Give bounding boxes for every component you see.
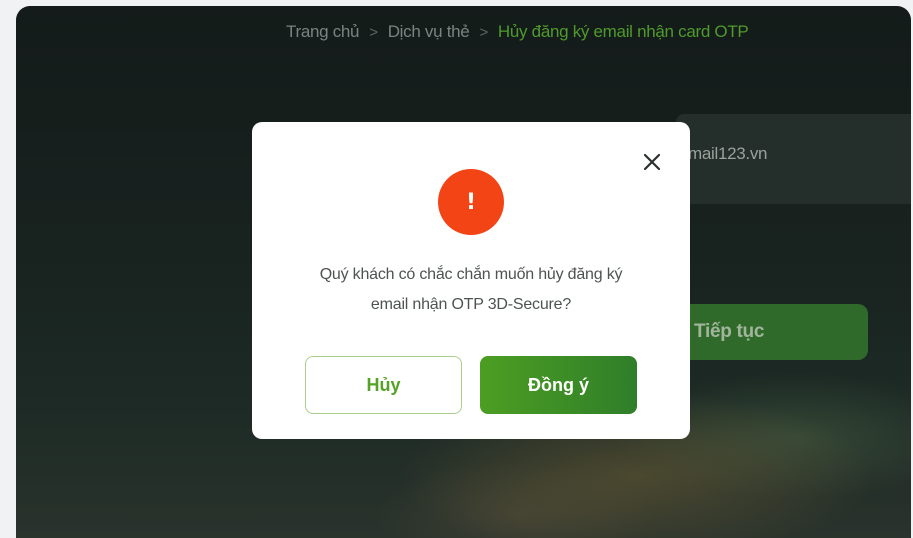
exclamation-icon: !: [438, 169, 504, 235]
breadcrumb-home[interactable]: Trang chủ: [286, 22, 360, 42]
close-icon[interactable]: [640, 150, 664, 174]
confirm-button-label: Đồng ý: [528, 374, 589, 395]
cancel-button-label: Hủy: [366, 374, 401, 395]
confirm-dialog: ! Quý khách có chắc chắn muốn hủy đăng k…: [252, 122, 690, 439]
dialog-message-line2: email nhận OTP 3D-Secure?: [370, 296, 572, 313]
breadcrumb: Trang chủ > Dịch vụ thẻ > Hủy đăng ký em…: [286, 22, 749, 42]
exclamation-glyph: !: [465, 189, 477, 215]
cancel-button[interactable]: Hủy: [305, 356, 462, 414]
confirm-button[interactable]: Đồng ý: [480, 356, 637, 414]
dialog-message: Quý khách có chắc chắn muốn hủy đăng ký …: [252, 260, 690, 320]
breadcrumb-card-services[interactable]: Dịch vụ thẻ: [388, 22, 470, 42]
email-value: mail123.vn: [688, 144, 768, 163]
breadcrumb-separator: >: [479, 23, 488, 41]
continue-button-label: Tiếp tục: [694, 321, 765, 342]
dialog-message-line1: Quý khách có chắc chắn muốn hủy đăng ký: [319, 266, 623, 283]
breadcrumb-current: Hủy đăng ký email nhận card OTP: [497, 22, 749, 41]
breadcrumb-separator: >: [369, 23, 378, 41]
